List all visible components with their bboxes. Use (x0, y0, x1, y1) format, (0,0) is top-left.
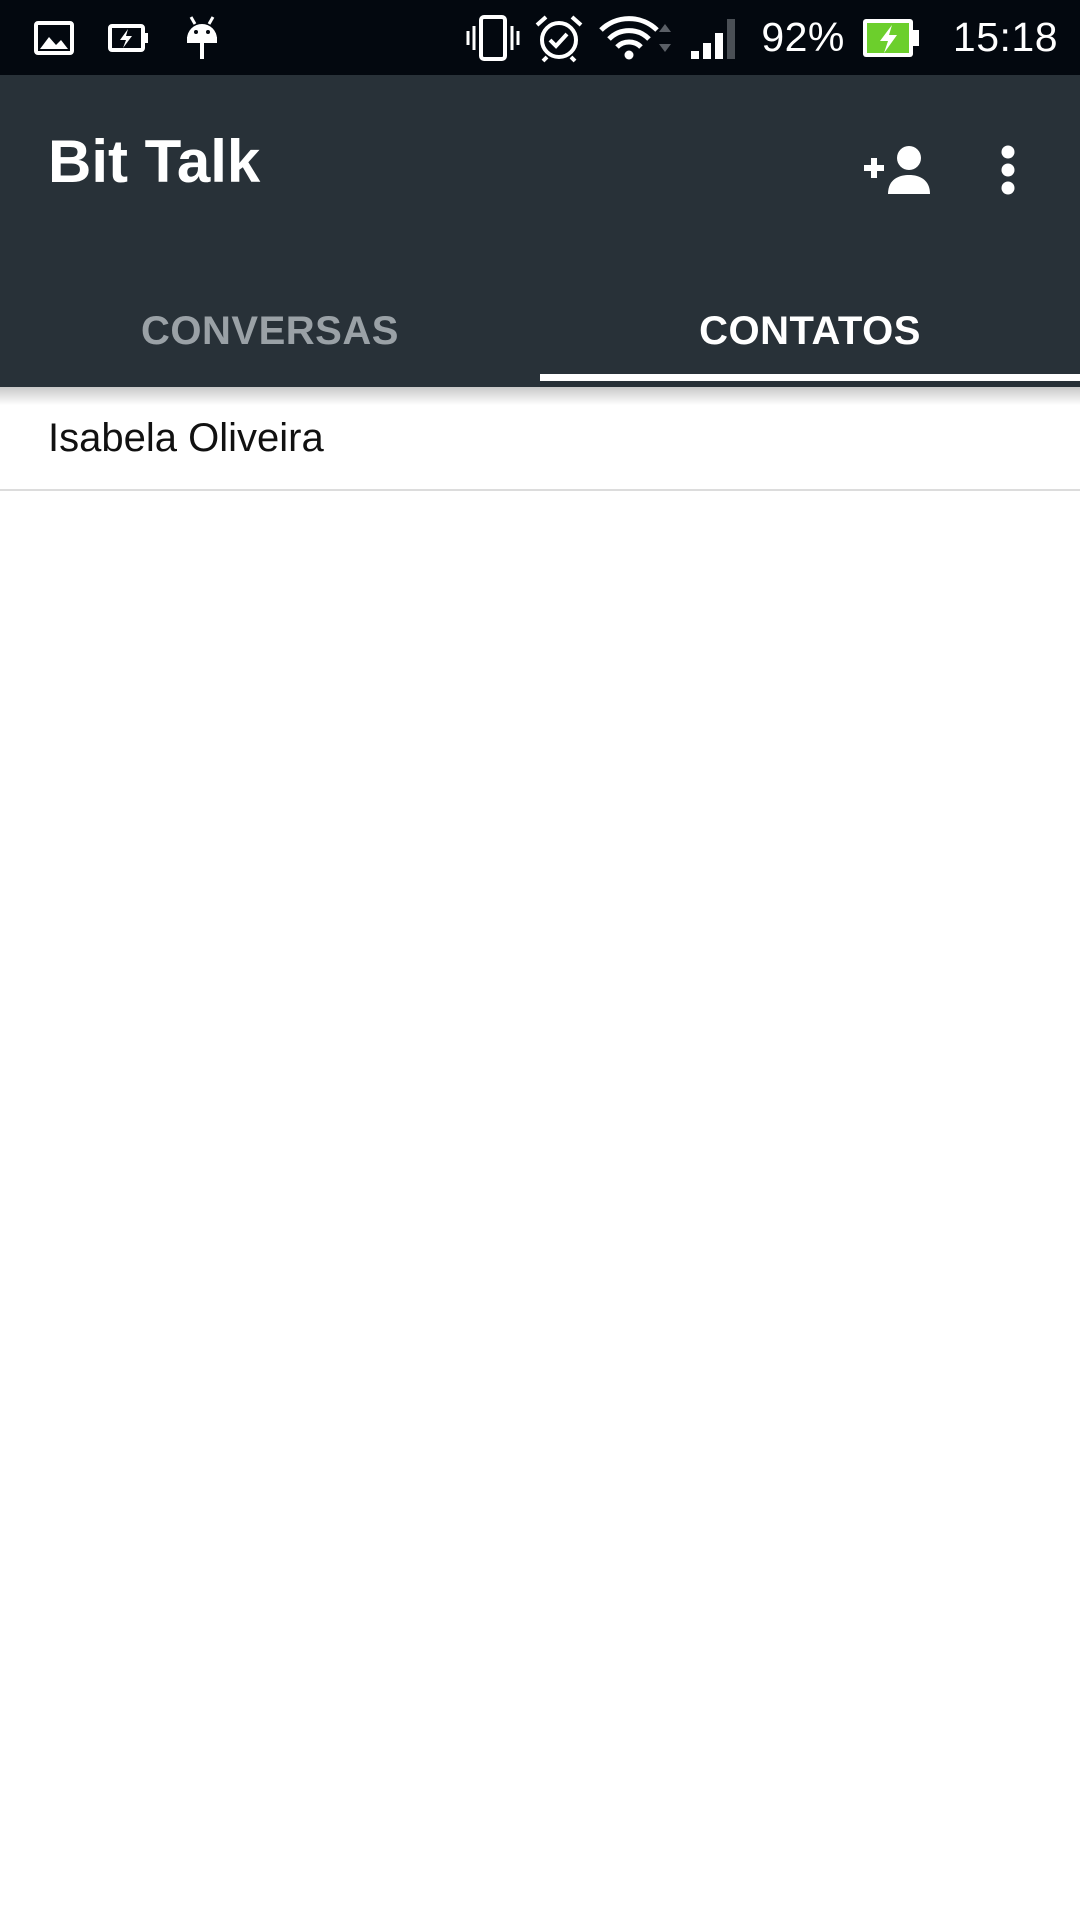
gallery-icon (34, 20, 74, 55)
vibrate-icon (465, 14, 521, 62)
contact-name: Isabela Oliveira (48, 415, 324, 460)
more-vert-icon (1000, 144, 1016, 201)
battery-saver-icon (108, 23, 150, 53)
status-time: 15:18 (952, 14, 1058, 60)
app-title: Bit Talk (48, 128, 261, 195)
alarm-icon (533, 13, 585, 63)
add-contact-icon (864, 144, 936, 201)
status-bar: 92% 15:18 (0, 0, 1080, 75)
status-notifications (34, 0, 220, 75)
app-toolbar: Bit Talk CONVERSAS CONTATOS (0, 75, 1080, 387)
battery-charging-icon (861, 17, 921, 59)
wifi-icon (597, 14, 677, 62)
status-system-icons: 92% 15:18 (465, 0, 1058, 75)
add-contact-button[interactable] (858, 130, 942, 214)
tab-conversas[interactable]: CONVERSAS (0, 275, 540, 387)
toolbar-shadow (0, 387, 1080, 405)
tab-bar: CONVERSAS CONTATOS (0, 275, 1080, 387)
tab-conversas-label: CONVERSAS (141, 308, 399, 353)
battery-percent: 92% (761, 14, 845, 60)
overflow-menu-button[interactable] (980, 130, 1036, 214)
android-debug-icon (184, 15, 220, 61)
tab-contatos-label: CONTATOS (699, 308, 921, 353)
cell-signal-icon (689, 15, 743, 61)
tab-selected-indicator (540, 374, 1080, 381)
tab-contatos[interactable]: CONTATOS (540, 275, 1080, 387)
